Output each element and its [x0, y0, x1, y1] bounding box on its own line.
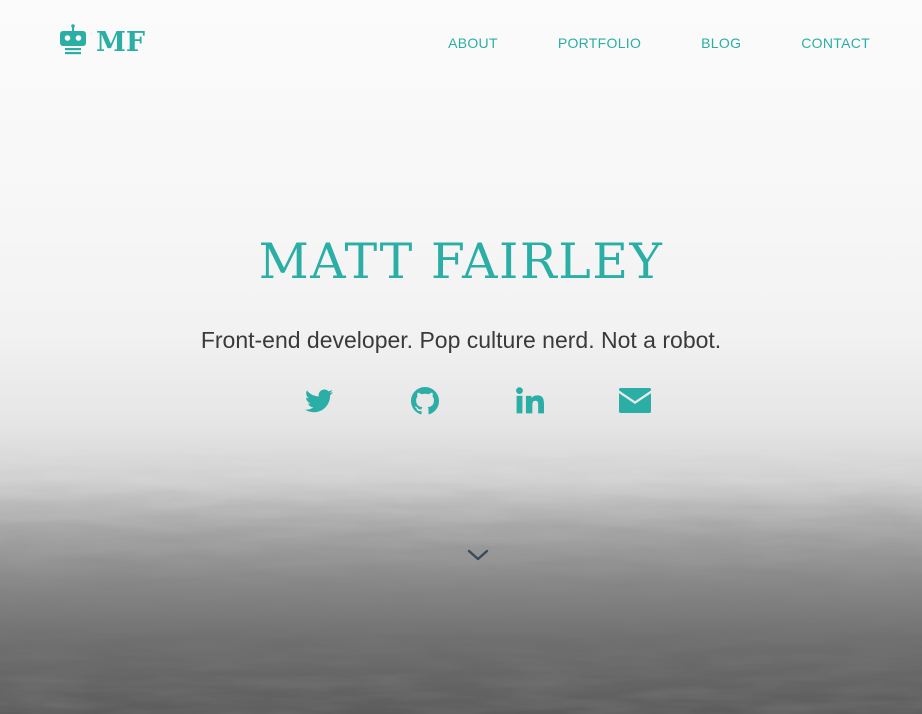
github-link[interactable] — [408, 386, 442, 420]
chevron-down-icon — [467, 548, 489, 567]
main-nav: ABOUT PORTFOLIO BLOG CONTACT — [388, 35, 870, 51]
scroll-down-button[interactable] — [466, 548, 490, 566]
email-icon — [619, 388, 651, 418]
social-links — [0, 386, 922, 420]
nav-item-contact[interactable]: CONTACT — [801, 35, 870, 51]
twitter-link[interactable] — [302, 386, 336, 420]
hero-tagline: Front-end developer. Pop culture nerd. N… — [200, 327, 722, 353]
logo-text: MF — [96, 27, 146, 58]
sea-texture — [0, 0, 922, 714]
github-icon — [411, 386, 439, 420]
twitter-icon — [305, 388, 333, 418]
linkedin-link[interactable] — [513, 386, 547, 420]
nav-item-about[interactable]: ABOUT — [448, 35, 498, 51]
nav-item-portfolio[interactable]: PORTFOLIO — [558, 35, 641, 51]
nav-item-blog[interactable]: BLOG — [701, 35, 741, 51]
linkedin-icon — [516, 387, 544, 419]
robot-icon — [57, 24, 89, 61]
hero-background — [0, 0, 922, 714]
email-link[interactable] — [618, 386, 652, 420]
site-logo[interactable]: MF — [57, 24, 145, 61]
hero-title: MATT FAIRLEY — [258, 233, 664, 290]
